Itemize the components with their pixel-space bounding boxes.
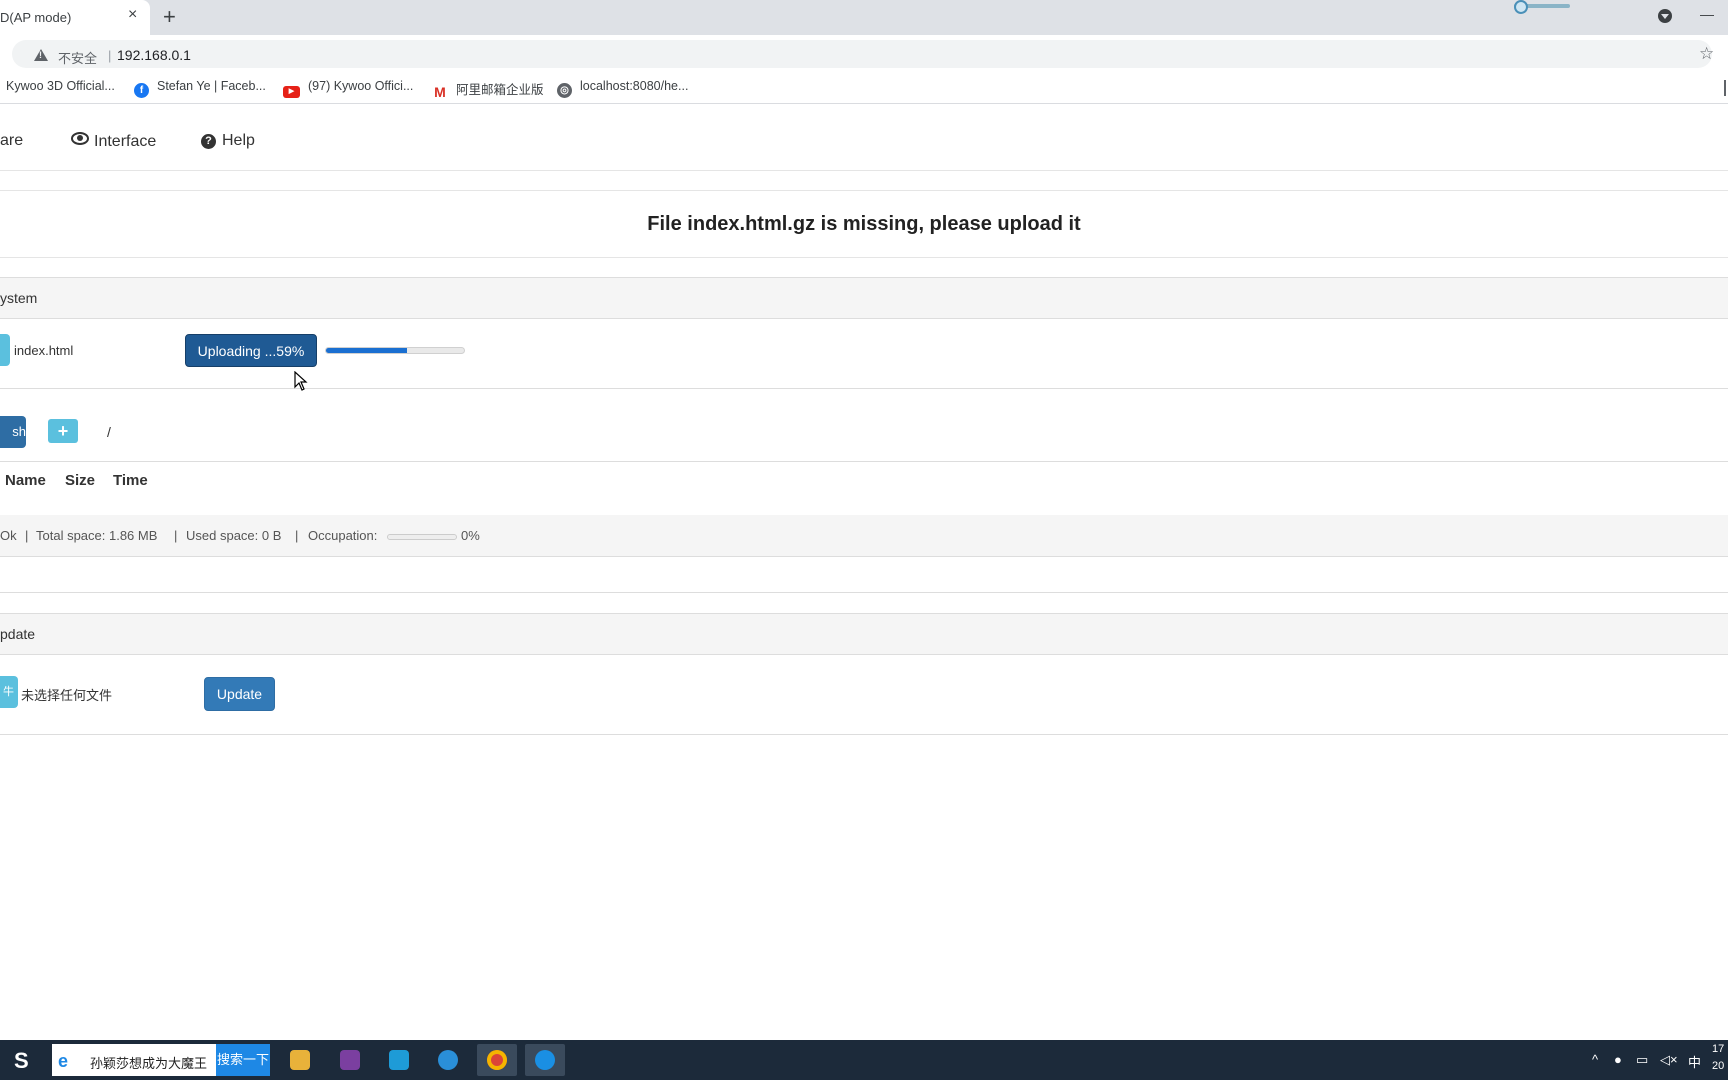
mail-icon: M: [434, 84, 446, 100]
bookmark-star-icon[interactable]: ☆: [1699, 44, 1714, 64]
choose-firmware-button[interactable]: 牛: [0, 676, 18, 708]
globe-icon: ◎: [557, 83, 572, 98]
search-button[interactable]: 搜索一下: [216, 1044, 270, 1076]
url-text[interactable]: 192.168.0.1: [117, 47, 191, 63]
chrome-icon[interactable]: [477, 1044, 517, 1076]
uploading-button[interactable]: Uploading ...59%: [185, 334, 317, 367]
bookmarks-bar: Kywoo 3D Official... f Stefan Ye | Faceb.…: [0, 73, 1728, 104]
c-icon[interactable]: [379, 1044, 419, 1076]
separator: |: [174, 528, 178, 543]
bookmark-label: Stefan Ye | Faceb...: [157, 79, 266, 93]
start-icon[interactable]: S: [14, 1048, 29, 1074]
column-header-size[interactable]: Size: [65, 472, 95, 489]
missing-file-banner: File index.html.gz is missing, please up…: [0, 190, 1728, 258]
total-space: Total space: 1.86 MB: [36, 528, 158, 543]
upload-row: index.html Uploading ...59%: [0, 318, 1728, 389]
no-file-selected: 未选择任何文件: [21, 688, 113, 703]
bookmark-label: (97) Kywoo Offici...: [308, 79, 414, 93]
nav-item-label: Interface: [94, 133, 157, 150]
taskbar: S e 孙颖莎想成为大魔王 搜索一下 ^ ● ▭ ◁× 中 17 20: [0, 1040, 1728, 1080]
address-bar[interactable]: 不安全 | 192.168.0.1 ☆: [12, 40, 1714, 68]
panel-title: ystem: [0, 290, 38, 306]
choose-file-button[interactable]: [0, 334, 10, 366]
youtube-icon: ▶: [283, 86, 300, 98]
files-table-header: Name Size Time: [0, 462, 1728, 516]
update-button[interactable]: Update: [204, 677, 275, 711]
eye-icon: [71, 132, 89, 145]
bookmark-stefan-ye[interactable]: f Stefan Ye | Faceb...: [134, 79, 266, 98]
clock-date[interactable]: 20: [1712, 1060, 1724, 1072]
nav-item-label: are: [0, 132, 24, 149]
status-ok: Ok: [0, 528, 17, 543]
ime-indicator[interactable]: 中: [1688, 1052, 1701, 1071]
browser-toolbar: 不安全 | 192.168.0.1 ☆: [0, 35, 1728, 73]
missing-file-message: File index.html.gz is missing, please up…: [647, 213, 1081, 235]
tab-close-icon[interactable]: ×: [128, 6, 137, 24]
tab-title: D(AP mode): [0, 10, 72, 25]
upload-progress-fill: [326, 348, 408, 353]
used-space: Used space: 0 B: [186, 528, 282, 543]
selected-file-name: index.html: [14, 343, 74, 358]
new-tab-button[interactable]: +: [163, 4, 176, 30]
update-panel-header: pdate: [0, 613, 1728, 655]
nav-item-help[interactable]: ? Help: [201, 132, 255, 150]
bookmark-label: Kywoo 3D Official...: [6, 79, 115, 93]
occupation-label: Occupation:: [308, 528, 378, 543]
bookmark-kywoo-3d[interactable]: Kywoo 3D Official...: [6, 79, 115, 93]
filesystem-actions-row: sh + /: [0, 389, 1728, 462]
current-path: /: [107, 424, 111, 440]
file-explorer-icon[interactable]: [280, 1044, 320, 1076]
occupation-value: 0%: [461, 528, 480, 543]
q-icon[interactable]: [428, 1044, 468, 1076]
security-label[interactable]: 不安全: [58, 48, 97, 67]
minimize-button[interactable]: —: [1700, 6, 1714, 22]
refresh-button[interactable]: sh: [0, 416, 26, 448]
taskbar-search-box[interactable]: e 孙颖莎想成为大魔王: [52, 1044, 216, 1076]
warning-icon[interactable]: [34, 49, 48, 61]
facebook-icon: f: [134, 83, 149, 98]
search-query: 孙颖莎想成为大魔王: [90, 1056, 208, 1071]
clock-time[interactable]: 17: [1712, 1043, 1724, 1055]
create-dir-button[interactable]: +: [48, 419, 78, 443]
filesystem-panel-header: ystem: [0, 277, 1728, 319]
panel-title: pdate: [0, 626, 36, 642]
nav-item-label: Help: [222, 132, 255, 149]
filesystem-status-row: Ok | Total space: 1.86 MB | Used space: …: [0, 515, 1728, 557]
chevron-up-icon[interactable]: ^: [1592, 1052, 1598, 1067]
bookmark-kywoo-youtube[interactable]: ▶ (97) Kywoo Offici...: [283, 79, 413, 98]
separator: |: [295, 528, 299, 543]
column-header-time[interactable]: Time: [113, 472, 148, 489]
nav-item-interface[interactable]: Interface: [71, 132, 156, 151]
occupation-bar: [387, 534, 457, 540]
column-header-name[interactable]: Name: [5, 472, 46, 489]
bookmarks-overflow[interactable]: [1724, 80, 1726, 96]
update-row: 牛 未选择任何文件 Update: [0, 654, 1728, 735]
feiyu-icon[interactable]: [525, 1044, 565, 1076]
tab-search-icon[interactable]: [1658, 9, 1672, 23]
bookmark-label: 阿里邮箱企业版: [456, 83, 544, 97]
defender-icon[interactable]: ●: [1614, 1052, 1622, 1067]
nav-item-firmware[interactable]: are: [0, 132, 23, 150]
bookmark-label: localhost:8080/he...: [580, 79, 689, 93]
separator: |: [25, 528, 29, 543]
upload-progress-bar: [325, 347, 465, 354]
bookmark-localhost[interactable]: ◎ localhost:8080/he...: [557, 79, 688, 98]
app-icon[interactable]: [330, 1044, 370, 1076]
network-icon[interactable]: ▭: [1636, 1052, 1648, 1068]
volume-muted-icon[interactable]: ◁×: [1660, 1052, 1678, 1068]
spacer-row: [0, 557, 1728, 593]
top-navbar: are Interface ? Help: [0, 104, 1728, 171]
browser-tab[interactable]: D(AP mode) ×: [0, 0, 150, 35]
zoom-slider-knob[interactable]: [1514, 0, 1528, 14]
ie-icon: e: [58, 1051, 69, 1071]
separator: |: [108, 48, 112, 63]
question-circle-icon: ?: [201, 134, 216, 149]
tab-strip: D(AP mode) × + —: [0, 0, 1728, 35]
bookmark-aliyun-mail[interactable]: M 阿里邮箱企业版: [432, 79, 544, 100]
